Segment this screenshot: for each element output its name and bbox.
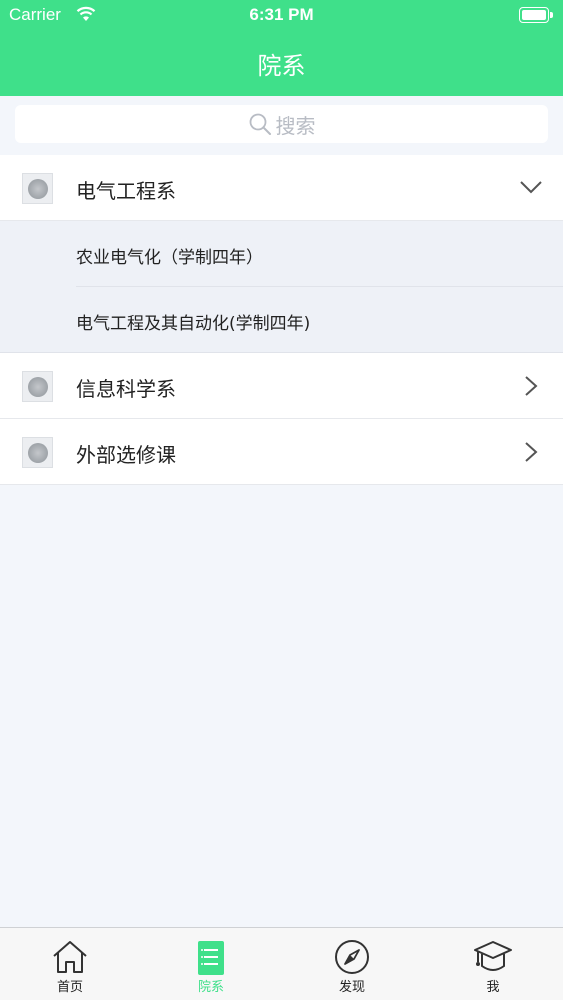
department-name: 电气工程系: [76, 179, 176, 203]
search-icon: [249, 113, 271, 135]
search-input[interactable]: 搜索: [15, 105, 548, 143]
graduation-cap-icon: [474, 941, 512, 971]
search-bar: 搜索: [0, 96, 563, 156]
department-name: 外部选修课: [76, 443, 176, 467]
tab-home[interactable]: 首页: [0, 928, 140, 1000]
tab-label: 院系: [197, 980, 224, 995]
department-name: 信息科学系: [76, 377, 176, 401]
chevron-right-icon[interactable]: [521, 441, 541, 463]
nav-header: Carrier 6:31 PM 院系: [0, 0, 563, 96]
compass-icon: [335, 940, 369, 974]
major-row[interactable]: 农业电气化（学制四年）: [0, 221, 563, 287]
major-name: 农业电气化（学制四年）: [76, 248, 263, 268]
tab-label: 首页: [56, 980, 83, 995]
battery-icon: [519, 7, 553, 23]
search-placeholder: 搜索: [275, 113, 316, 138]
department-row-electives[interactable]: 外部选修课: [0, 419, 563, 485]
home-icon: [53, 941, 87, 973]
department-list: 电气工程系 农业电气化（学制四年） 电气工程及其自动化(学制四年) 信息科学系 …: [0, 155, 563, 485]
page-title: 院系: [257, 52, 306, 80]
tab-label: 我: [486, 980, 500, 995]
tab-departments[interactable]: 院系: [141, 928, 281, 1000]
department-row-electrical[interactable]: 电气工程系: [0, 155, 563, 221]
major-name: 电气工程及其自动化(学制四年): [76, 314, 311, 334]
tab-discover[interactable]: 发现: [282, 928, 422, 1000]
chevron-right-icon[interactable]: [521, 375, 541, 397]
chevron-down-icon[interactable]: [519, 179, 543, 195]
department-logo-icon: [22, 173, 53, 204]
department-logo-icon: [22, 437, 53, 468]
status-time: 6:31 PM: [249, 5, 314, 24]
tab-bar: 首页 院系 发现 我: [0, 927, 563, 1000]
department-logo-icon: [22, 371, 53, 402]
major-row[interactable]: 电气工程及其自动化(学制四年): [0, 287, 563, 353]
list-icon: [198, 941, 224, 975]
tab-label: 发现: [338, 980, 365, 995]
department-row-information[interactable]: 信息科学系: [0, 353, 563, 419]
status-bar: Carrier 6:31 PM: [0, 0, 563, 32]
tab-me[interactable]: 我: [423, 928, 563, 1000]
